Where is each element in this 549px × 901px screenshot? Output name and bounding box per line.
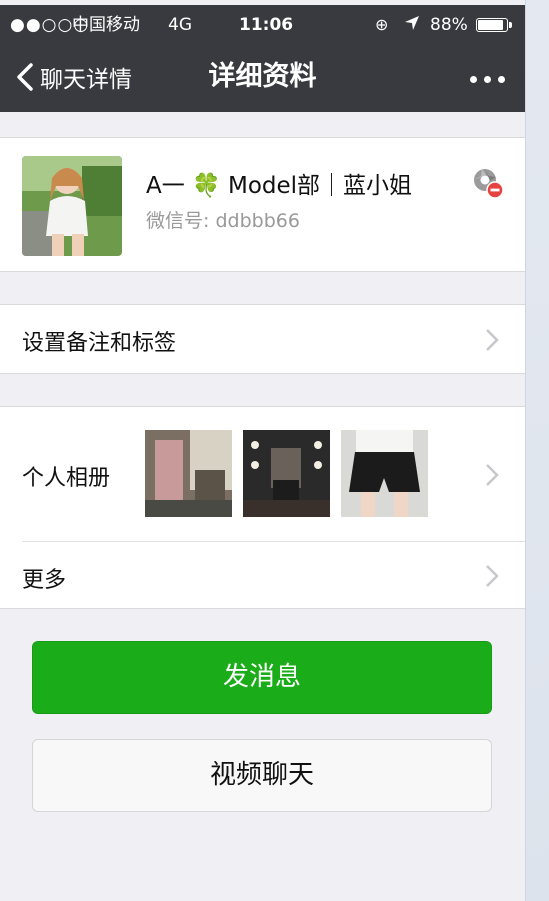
video-chat-button[interactable]: 视频聊天	[32, 739, 492, 812]
location-icon	[404, 15, 420, 36]
album-photo	[341, 430, 428, 517]
personal-album-row[interactable]: 个人相册	[0, 407, 525, 541]
battery-icon	[476, 18, 512, 32]
set-remark-row[interactable]: 设置备注和标签	[0, 304, 525, 374]
status-time: 11:06	[239, 15, 294, 35]
set-remark-label: 设置备注和标签	[22, 331, 177, 356]
back-label: 聊天详情	[40, 67, 132, 93]
personal-album-label: 个人相册	[22, 466, 111, 491]
album-card: 个人相册 更多	[0, 406, 525, 609]
header: ●●○○○ 中国移动 4G 11:06 ⊕ 88% 聊天详情 详细资料	[0, 5, 525, 112]
send-message-button[interactable]: 发消息	[32, 641, 492, 714]
chevron-right-icon	[486, 464, 499, 486]
avatar[interactable]	[22, 156, 122, 256]
wechat-id-label: 微信号:	[146, 210, 210, 232]
wechat-id-value: ddbbb66	[215, 210, 300, 232]
carrier-name: 中国移动	[72, 15, 140, 35]
contact-nickname: A一 🍀 Model部｜蓝小姐	[146, 173, 413, 199]
wechat-id: 微信号: ddbbb66	[146, 206, 300, 233]
more-info-row[interactable]: 更多	[0, 542, 525, 609]
network-type: 4G	[168, 15, 192, 35]
battery-percent: 88%	[430, 15, 468, 35]
window-side-edge	[525, 0, 549, 901]
chevron-right-icon	[486, 329, 499, 351]
chevron-left-icon	[17, 63, 33, 91]
album-photo	[145, 430, 232, 517]
more-dots-icon[interactable]	[470, 65, 505, 93]
more-info-label: 更多	[22, 568, 67, 593]
star-friend-icon[interactable]	[470, 165, 504, 199]
chevron-right-icon	[486, 565, 499, 587]
phone-screen: ●●○○○ 中国移动 4G 11:06 ⊕ 88% 聊天详情 详细资料 A一 🍀…	[0, 0, 525, 901]
album-photo	[243, 430, 330, 517]
rotation-lock-icon: ⊕	[375, 15, 389, 34]
back-button[interactable]: 聊天详情	[14, 57, 132, 97]
profile-card: A一 🍀 Model部｜蓝小姐 微信号: ddbbb66	[0, 137, 525, 272]
